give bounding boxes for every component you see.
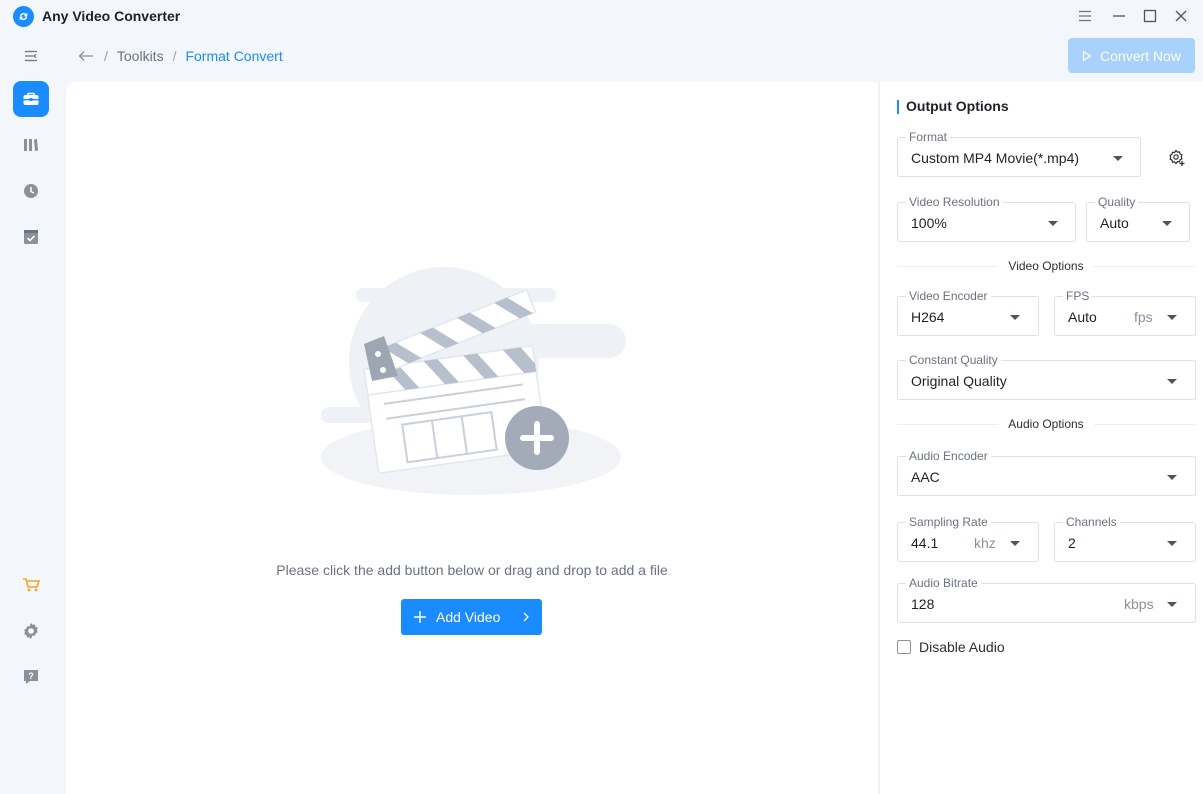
chevron-down-icon: [1167, 541, 1177, 546]
chevron-down-icon: [1048, 221, 1058, 226]
sidebar-item-tasks[interactable]: [13, 219, 49, 255]
sidebar-item-store[interactable]: [13, 567, 49, 603]
collapse-sidebar-icon[interactable]: [13, 38, 49, 74]
fps-label: FPS: [1063, 289, 1093, 303]
breadcrumb-toolkits[interactable]: Toolkits: [117, 48, 164, 64]
format-label: Format: [906, 130, 951, 144]
audio-encoder-select[interactable]: Audio Encoder AAC: [897, 449, 1196, 496]
chevron-down-icon: [1010, 315, 1020, 320]
minimize-icon[interactable]: [1106, 4, 1132, 28]
app-title: Any Video Converter: [42, 8, 181, 24]
channels-label: Channels: [1063, 515, 1120, 529]
video-resolution-select[interactable]: Video Resolution 100%: [897, 195, 1076, 242]
video-encoder-select[interactable]: Video Encoder H264: [897, 289, 1039, 336]
format-value: Custom MP4 Movie(*.mp4): [911, 150, 1080, 166]
fps-unit: fps: [1134, 309, 1153, 325]
menu-icon[interactable]: [1072, 4, 1098, 28]
title-bar: Any Video Converter: [0, 0, 1203, 34]
sidebar: ?: [0, 34, 64, 794]
chevron-down-icon: [1162, 221, 1172, 226]
convert-now-button[interactable]: Convert Now: [1068, 38, 1195, 73]
audio-options-heading: Audio Options: [998, 417, 1094, 431]
drop-zone[interactable]: Please click the add button below or dra…: [66, 82, 878, 794]
chevron-down-icon: [1167, 379, 1177, 384]
sidebar-item-toolkits[interactable]: [13, 81, 49, 117]
audio-bitrate-label: Audio Bitrate: [906, 576, 981, 590]
sidebar-item-library[interactable]: [13, 127, 49, 163]
custom-format-settings-icon[interactable]: [1167, 148, 1187, 168]
play-icon: [1082, 49, 1092, 62]
breadcrumb-separator: /: [104, 48, 108, 64]
video-resolution-value: 100%: [911, 215, 947, 231]
output-options-title: Output Options: [897, 98, 1009, 114]
sampling-rate-value: 44.1: [911, 535, 939, 551]
constant-quality-label: Constant Quality: [906, 353, 1001, 367]
audio-bitrate-unit: kbps: [1124, 596, 1154, 612]
chevron-down-icon: [1113, 156, 1123, 161]
chevron-down-icon: [1167, 475, 1177, 480]
video-options-divider: Video Options: [897, 259, 1195, 273]
history-icon: [24, 184, 38, 198]
audio-bitrate-select[interactable]: Audio Bitrate 128 kbps: [897, 576, 1196, 623]
quality-value: Auto: [1100, 215, 1129, 231]
sampling-rate-label: Sampling Rate: [906, 515, 991, 529]
sidebar-item-history[interactable]: [13, 173, 49, 209]
chevron-down-icon: [1167, 315, 1177, 320]
add-video-label: Add Video: [436, 609, 501, 625]
back-arrow-icon[interactable]: [76, 46, 96, 66]
add-video-button[interactable]: Add Video: [401, 599, 542, 635]
clapperboard-illustration-icon: [321, 267, 626, 495]
audio-options-divider: Audio Options: [897, 417, 1195, 431]
chevron-down-icon: [1010, 541, 1020, 546]
plus-icon: [414, 611, 426, 623]
task-icon: [24, 230, 38, 244]
audio-encoder-value: AAC: [911, 469, 940, 485]
sidebar-item-settings[interactable]: [13, 613, 49, 649]
cart-icon: [23, 578, 40, 592]
maximize-icon[interactable]: [1137, 4, 1163, 28]
library-icon: [24, 139, 38, 151]
disable-audio-checkbox[interactable]: [897, 640, 911, 654]
breadcrumb-current: Format Convert: [185, 48, 283, 64]
quality-select[interactable]: Quality Auto: [1086, 195, 1190, 242]
convert-now-label: Convert Now: [1100, 47, 1181, 64]
video-encoder-value: H264: [911, 309, 945, 325]
help-icon: ?: [24, 670, 38, 684]
close-icon[interactable]: [1168, 4, 1194, 28]
sampling-rate-unit: khz: [974, 535, 996, 551]
video-resolution-label: Video Resolution: [906, 195, 1003, 209]
breadcrumb-separator: /: [172, 48, 177, 64]
breadcrumb: / Toolkits / Format Convert: [76, 46, 283, 66]
quality-label: Quality: [1095, 195, 1139, 209]
disable-audio-label: Disable Audio: [919, 639, 1005, 655]
audio-bitrate-value: 128: [911, 596, 935, 612]
settings-icon: [24, 623, 38, 639]
fps-value: Auto: [1068, 309, 1097, 325]
video-encoder-label: Video Encoder: [906, 289, 991, 303]
audio-encoder-label: Audio Encoder: [906, 449, 991, 463]
chevron-right-icon: [523, 612, 529, 622]
sampling-rate-select[interactable]: Sampling Rate 44.1 khz: [897, 515, 1039, 562]
output-options-panel: Output Options Format Custom MP4 Movie(*…: [879, 82, 1203, 794]
constant-quality-select[interactable]: Constant Quality Original Quality: [897, 353, 1196, 400]
disable-audio-option[interactable]: Disable Audio: [897, 639, 1005, 655]
constant-quality-value: Original Quality: [911, 373, 1007, 389]
toolbox-icon: [23, 92, 39, 105]
drop-hint-text: Please click the add button below or dra…: [276, 562, 668, 578]
sidebar-item-help[interactable]: ?: [13, 659, 49, 695]
channels-select[interactable]: Channels 2: [1054, 515, 1196, 562]
video-options-heading: Video Options: [998, 259, 1094, 273]
fps-select[interactable]: FPS Auto fps: [1054, 289, 1196, 336]
app-logo-icon: [13, 6, 34, 27]
svg-text:?: ?: [28, 671, 34, 681]
format-select[interactable]: Format Custom MP4 Movie(*.mp4): [897, 130, 1141, 177]
channels-value: 2: [1068, 535, 1076, 551]
chevron-down-icon: [1167, 602, 1177, 607]
